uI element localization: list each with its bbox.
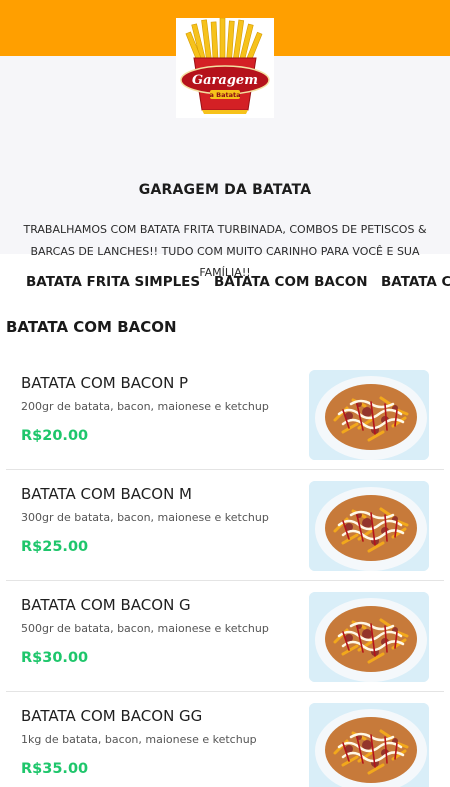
section-title: BATATA COM BACON <box>6 318 177 336</box>
product-price: R$35.00 <box>21 761 89 777</box>
product-card[interactable]: BATATA COM BACON M 300gr de batata, baco… <box>6 470 444 581</box>
fries-bowl-photo[interactable] <box>309 481 429 571</box>
tab-batata-frita-simples[interactable]: BATATA FRITA SIMPLES <box>26 274 200 290</box>
product-price: R$30.00 <box>21 650 89 666</box>
store-logo: Garagem a Batata <box>176 18 274 118</box>
product-name: BATATA COM BACON G <box>21 596 191 614</box>
tab-batata-com-bacon[interactable]: BATATA COM BACON <box>214 274 368 290</box>
category-tabs: BATATA FRITA SIMPLES BATATA COM BACON BA… <box>0 268 450 300</box>
product-price: R$25.00 <box>21 539 89 555</box>
product-card[interactable]: BATATA COM BACON GG 1kg de batata, bacon… <box>6 692 444 787</box>
product-name: BATATA COM BACON P <box>21 374 189 392</box>
fries-bowl-photo[interactable] <box>309 703 429 787</box>
fries-bowl-photo[interactable] <box>309 370 429 460</box>
product-description: 1kg de batata, bacon, maionese e ketchup <box>21 733 257 746</box>
tab-batata-c[interactable]: BATATA C <box>381 274 450 290</box>
product-description: 200gr de batata, bacon, maionese e ketch… <box>21 400 269 413</box>
logo-subtext: a Batata <box>210 91 241 99</box>
product-card[interactable]: BATATA COM BACON G 500gr de batata, baco… <box>6 581 444 692</box>
product-name: BATATA COM BACON M <box>21 485 192 503</box>
logo-text: Garagem <box>192 73 258 88</box>
product-description: 500gr de batata, bacon, maionese e ketch… <box>21 622 269 635</box>
product-price: R$20.00 <box>21 428 89 444</box>
fries-bowl-photo[interactable] <box>309 592 429 682</box>
product-name: BATATA COM BACON GG <box>21 707 203 725</box>
store-name: GARAGEM DA BATATA <box>138 182 312 198</box>
product-card[interactable]: BATATA COM BACON P 200gr de batata, baco… <box>6 359 444 470</box>
product-description: 300gr de batata, bacon, maionese e ketch… <box>21 511 269 524</box>
